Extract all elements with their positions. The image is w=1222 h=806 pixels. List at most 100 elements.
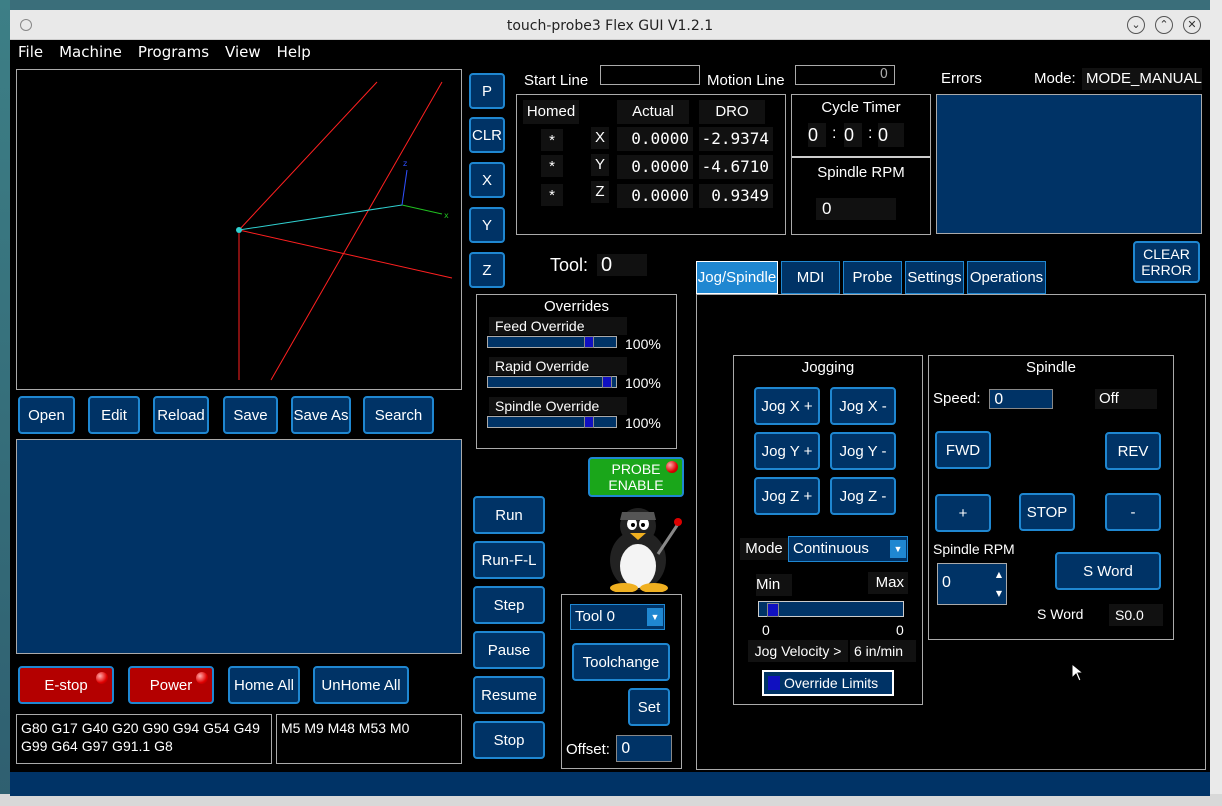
overrides-panel: Overrides Feed Override 100% Rapid Overr…: [476, 294, 677, 449]
unhome-all-button[interactable]: UnHome All: [313, 666, 409, 704]
homed-indicator-z: *: [541, 184, 563, 206]
spindle-fwd-button[interactable]: FWD: [935, 431, 991, 469]
open-button[interactable]: Open: [18, 396, 75, 434]
dro-z: 0.9349: [699, 184, 773, 208]
jog-z-plus-button[interactable]: Jog Z +: [754, 477, 820, 515]
jog-y-plus-button[interactable]: Jog Y +: [754, 432, 820, 470]
tab-jog-spindle[interactable]: Jog/Spindle: [696, 261, 778, 294]
spindle-rev-button[interactable]: REV: [1105, 432, 1161, 470]
svg-text:x: x: [444, 211, 449, 220]
start-line-input[interactable]: [600, 65, 700, 85]
feed-override-value: 100%: [625, 336, 661, 352]
edit-button[interactable]: Edit: [88, 396, 140, 434]
minimize-icon[interactable]: ⌄: [1127, 16, 1145, 34]
feed-override-slider[interactable]: [487, 336, 617, 348]
overrides-title: Overrides: [543, 298, 610, 315]
view-y-button[interactable]: Y: [469, 207, 505, 243]
motion-line-display: 0: [795, 65, 895, 85]
spindle-rpm-spinbox[interactable]: 0 ▲ ▼: [937, 563, 1007, 605]
spindle-decrease-button[interactable]: -: [1105, 493, 1161, 531]
step-button[interactable]: Step: [473, 586, 545, 624]
spindle-rpm-spinbox-value: 0: [942, 574, 951, 591]
menu-file[interactable]: File: [10, 41, 51, 63]
search-button[interactable]: Search: [363, 396, 434, 434]
jog-velocity-handle[interactable]: [767, 603, 779, 617]
spindle-override-handle[interactable]: [584, 416, 594, 428]
clear-error-button[interactable]: CLEAR ERROR: [1133, 241, 1200, 283]
menu-programs[interactable]: Programs: [130, 41, 217, 63]
active-mcodes: M5 M9 M48 M53 M0: [276, 714, 462, 764]
run-button[interactable]: Run: [473, 496, 545, 534]
tool-label: Tool:: [550, 255, 589, 275]
reload-button[interactable]: Reload: [153, 396, 209, 434]
resume-button[interactable]: Resume: [473, 676, 545, 714]
save-as-button[interactable]: Save As: [291, 396, 351, 434]
tab-mdi[interactable]: MDI: [781, 261, 840, 294]
jog-min-label: Min: [756, 574, 792, 596]
tab-settings[interactable]: Settings: [905, 261, 964, 294]
home-all-button[interactable]: Home All: [228, 666, 300, 704]
override-limits-label: Override Limits: [784, 675, 879, 691]
jog-min-value: 0: [762, 622, 770, 638]
rapid-override-value: 100%: [625, 375, 661, 391]
view-x-button[interactable]: X: [469, 162, 505, 198]
maximize-icon[interactable]: ⌃: [1155, 16, 1173, 34]
s-word-button[interactable]: S Word: [1055, 552, 1161, 590]
plot-view[interactable]: x z: [16, 69, 462, 390]
jog-z-minus-button[interactable]: Jog Z -: [830, 477, 896, 515]
jog-x-plus-button[interactable]: Jog X +: [754, 387, 820, 425]
gcode-viewer[interactable]: [16, 439, 462, 654]
override-limits-checkbox[interactable]: Override Limits: [762, 670, 894, 696]
jog-velocity-label: Jog Velocity >: [748, 640, 848, 662]
save-button[interactable]: Save: [223, 396, 278, 434]
clear-plot-button[interactable]: CLR: [469, 117, 505, 153]
close-icon[interactable]: ✕: [1183, 16, 1201, 34]
run-from-line-button[interactable]: Run-F-L: [473, 541, 545, 579]
spin-down-icon[interactable]: ▼: [992, 585, 1006, 602]
timer-divider: [792, 156, 930, 158]
menu-machine[interactable]: Machine: [51, 41, 130, 63]
actual-header: Actual: [617, 100, 689, 124]
cycle-timer-hours: 0: [808, 123, 826, 147]
toolchange-button[interactable]: Toolchange: [572, 643, 670, 681]
spindle-speed-input[interactable]: 0: [989, 389, 1053, 409]
menu-help[interactable]: Help: [269, 41, 319, 63]
s-word-label: S Word: [1037, 606, 1084, 622]
jog-y-minus-button[interactable]: Jog Y -: [830, 432, 896, 470]
active-gcodes: G80 G17 G40 G20 G90 G94 G54 G49 G99 G64 …: [16, 714, 272, 764]
feed-override-handle[interactable]: [584, 336, 594, 348]
spindle-override-slider[interactable]: [487, 416, 617, 428]
app-window: touch-probe3 Flex GUI V1.2.1 ⌄ ⌃ ✕ File M…: [10, 10, 1210, 796]
offset-input[interactable]: 0: [616, 735, 672, 762]
desktop-background-right: [1210, 0, 1222, 806]
tool-select-dropdown[interactable]: Tool 0 ▼: [570, 604, 665, 630]
toolpath-plot: x z: [236, 81, 453, 381]
jog-x-minus-button[interactable]: Jog X -: [830, 387, 896, 425]
actual-y: 0.0000: [617, 155, 693, 179]
cycle-timer-sep-1: :: [832, 125, 837, 142]
spindle-stop-button[interactable]: STOP: [1019, 493, 1075, 531]
spin-up-icon[interactable]: ▲: [992, 566, 1006, 583]
tab-probe[interactable]: Probe: [843, 261, 902, 294]
jog-velocity-slider[interactable]: [758, 601, 904, 617]
estop-led-icon: [96, 672, 108, 684]
dro-header: DRO: [699, 100, 765, 124]
jog-mode-dropdown[interactable]: Continuous ▼: [788, 536, 908, 562]
rapid-override-slider[interactable]: [487, 376, 617, 388]
window-title: touch-probe3 Flex GUI V1.2.1: [506, 18, 714, 34]
spindle-increase-button[interactable]: +: [935, 494, 991, 532]
dro-x: -2.9374: [699, 127, 773, 151]
view-z-button[interactable]: Z: [469, 252, 505, 288]
menu-view[interactable]: View: [217, 41, 269, 63]
homed-indicator-x: *: [541, 129, 563, 151]
tab-operations[interactable]: Operations: [967, 261, 1046, 294]
set-offset-button[interactable]: Set: [628, 688, 670, 726]
rapid-override-handle[interactable]: [602, 376, 612, 388]
view-p-button[interactable]: P: [469, 73, 505, 109]
spindle-speed-label: Speed:: [933, 390, 981, 407]
axis-label-x: X: [591, 127, 609, 149]
homed-header: Homed: [523, 100, 579, 124]
axis-label-y: Y: [591, 154, 609, 176]
pause-button[interactable]: Pause: [473, 631, 545, 669]
stop-button[interactable]: Stop: [473, 721, 545, 759]
